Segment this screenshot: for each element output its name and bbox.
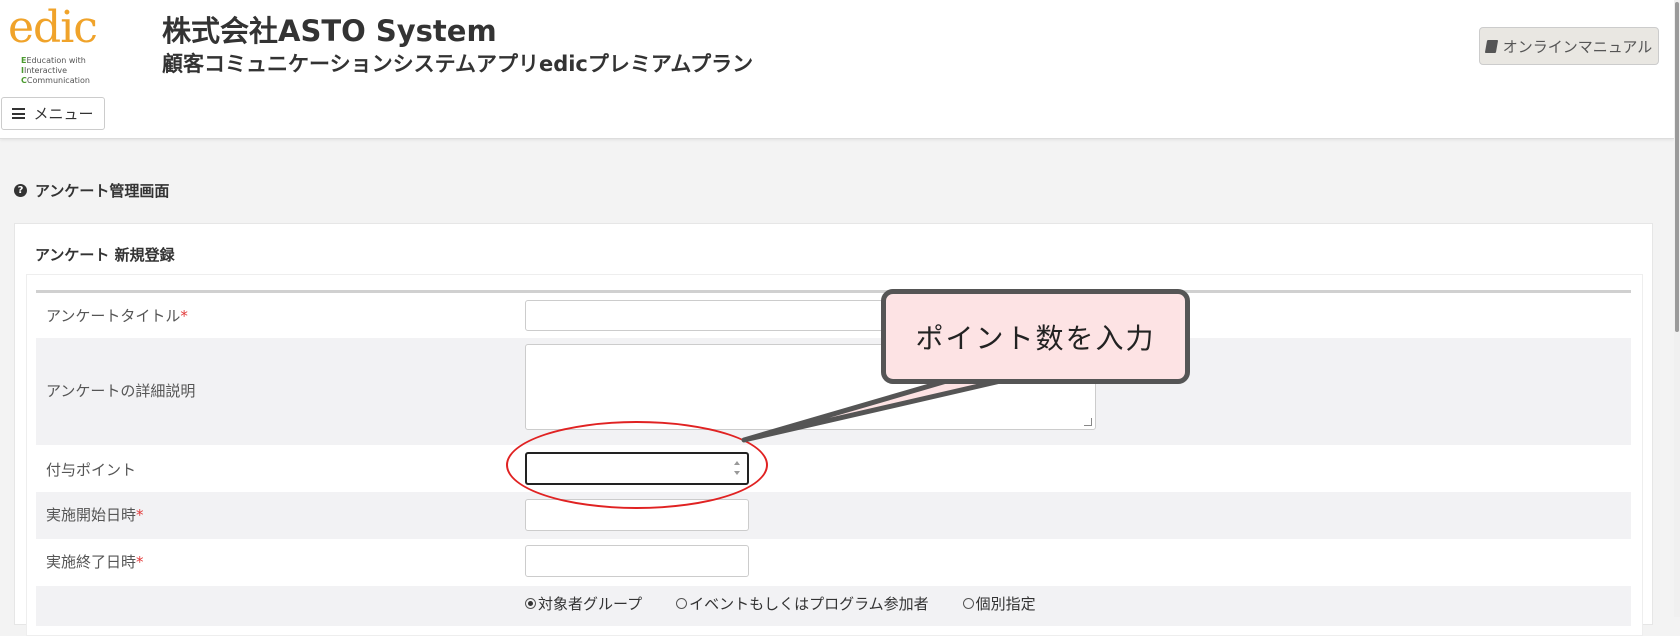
page-scrollbar[interactable] bbox=[1674, 0, 1680, 617]
page-title-text: アンケート管理画面 bbox=[35, 182, 170, 200]
points-label: 付与ポイント bbox=[46, 461, 137, 479]
radio-label: イベントもしくはプログラム参加者 bbox=[689, 595, 929, 613]
form-row-points: 付与ポイント bbox=[36, 445, 1631, 492]
company-name: 株式会社ASTO System bbox=[162, 14, 497, 48]
end-datetime-input[interactable] bbox=[525, 545, 749, 577]
edic-logo[interactable]: edic EEducation with IInteractive CCommu… bbox=[8, 6, 98, 86]
question-circle-icon[interactable]: ? bbox=[14, 184, 27, 197]
radio-target-group[interactable]: 対象者グループ bbox=[525, 593, 642, 614]
highlight-ellipse bbox=[506, 421, 768, 509]
callout-box: ポイント数を入力 bbox=[881, 289, 1190, 384]
scrollbar-thumb[interactable] bbox=[1675, 2, 1679, 332]
radio-individual[interactable]: 個別指定 bbox=[962, 593, 1036, 614]
end-datetime-label: 実施終了日時* bbox=[46, 553, 144, 571]
form-row-end-datetime: 実施終了日時* bbox=[36, 539, 1631, 586]
app-header: edic EEducation with IInteractive CCommu… bbox=[0, 0, 1674, 139]
form-box: アンケートタイトル* アンケートの詳細説明 付与ポイント 実施開始日時* 実施終… bbox=[26, 274, 1643, 636]
panel-heading: アンケート 新規登録 bbox=[35, 246, 175, 264]
title-label: アンケートタイトル* bbox=[46, 307, 188, 325]
description-label: アンケートの詳細説明 bbox=[46, 382, 196, 400]
page-title: ? アンケート管理画面 bbox=[14, 180, 169, 201]
radio-event-participants[interactable]: イベントもしくはプログラム参加者 bbox=[676, 593, 929, 614]
radio-label: 対象者グループ bbox=[538, 595, 643, 613]
online-manual-label: オンラインマニュアル bbox=[1502, 37, 1653, 56]
resize-handle-icon[interactable] bbox=[1084, 418, 1092, 426]
menu-button[interactable]: メニュー bbox=[1, 97, 105, 130]
start-datetime-label: 実施開始日時* bbox=[46, 506, 144, 524]
logo-subtitle: EEducation with IInteractive CCommunicat… bbox=[21, 56, 90, 85]
radio-label: 個別指定 bbox=[975, 595, 1036, 613]
app-name: 顧客コミュニケーションシステムアプリedicプレミアムプラン bbox=[162, 52, 754, 76]
form-row-start-datetime: 実施開始日時* bbox=[36, 492, 1631, 539]
radio-unselected-icon[interactable] bbox=[676, 598, 688, 609]
menu-button-label: メニュー bbox=[33, 105, 94, 123]
form-row-target: 対象者グループ イベントもしくはプログラム参加者 個別指定 bbox=[36, 586, 1631, 626]
target-radio-group: 対象者グループ イベントもしくはプログラム参加者 個別指定 bbox=[525, 593, 1036, 614]
callout-pointer bbox=[741, 380, 1008, 443]
form-row-title: アンケートタイトル* bbox=[36, 293, 1631, 338]
hamburger-icon bbox=[12, 108, 26, 119]
radio-unselected-icon[interactable] bbox=[962, 598, 974, 609]
radio-selected-icon[interactable] bbox=[525, 598, 536, 609]
book-icon bbox=[1484, 39, 1498, 53]
logo-word: edic bbox=[8, 2, 98, 53]
online-manual-button[interactable]: オンラインマニュアル bbox=[1479, 27, 1659, 65]
